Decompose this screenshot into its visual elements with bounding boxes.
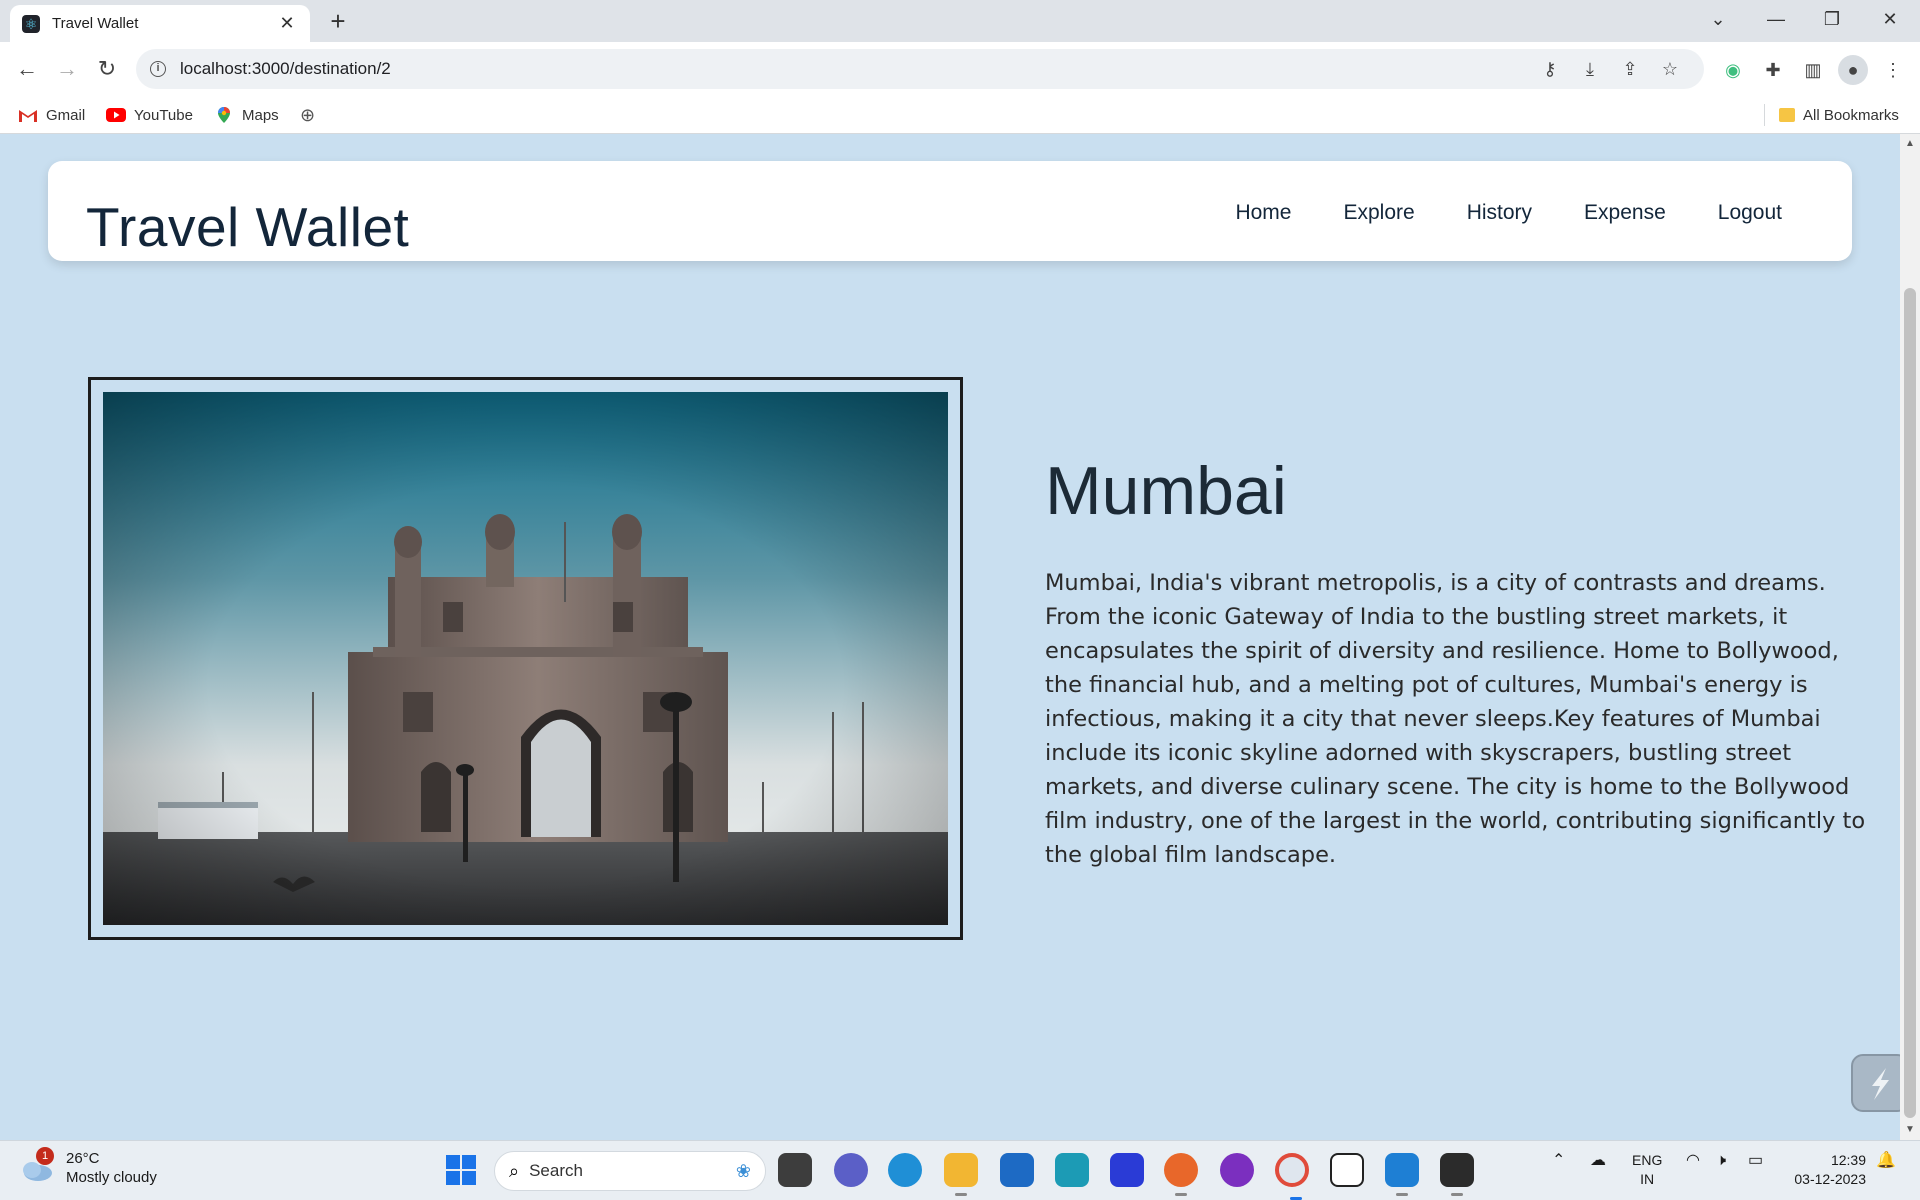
all-bookmarks-folder[interactable]: All Bookmarks xyxy=(1764,104,1899,126)
vscode-icon[interactable] xyxy=(1385,1153,1419,1196)
floating-assistant-button[interactable] xyxy=(1851,1054,1900,1112)
bookmark-star-icon[interactable]: ☆ xyxy=(1650,59,1690,80)
gmail-icon xyxy=(19,110,37,122)
browser-tab[interactable]: ⚛ Travel Wallet ✕ xyxy=(10,5,310,42)
terminal-icon[interactable] xyxy=(1440,1153,1474,1196)
search-icon: ⌕ xyxy=(509,1160,520,1181)
youtube-icon xyxy=(106,108,126,122)
destination-description: Mumbai, India's vibrant metropolis, is a… xyxy=(1045,570,1866,868)
restore-button[interactable]: ❐ xyxy=(1804,0,1860,40)
windows-taskbar: 1 26°C Mostly cloudy ⌕ Search ❀ ⌃ ☁ ENG … xyxy=(0,1140,1920,1200)
site-info-icon[interactable]: i xyxy=(150,61,166,77)
system-clock[interactable]: 12:39 03-12-2023 xyxy=(1780,1151,1866,1189)
bookmark-label: Maps xyxy=(242,106,279,124)
side-panel-icon[interactable]: ▥ xyxy=(1798,55,1828,85)
reload-icon[interactable]: ↻ xyxy=(90,52,124,86)
weather-temp: 26°C xyxy=(66,1150,100,1167)
notion-icon[interactable] xyxy=(1330,1153,1364,1187)
clock-time: 12:39 xyxy=(1830,1152,1866,1168)
key-icon[interactable]: ⚷ xyxy=(1530,59,1570,80)
close-tab-icon[interactable]: ✕ xyxy=(276,13,298,34)
language-indicator[interactable]: ENG IN xyxy=(1632,1151,1662,1189)
site-header: Travel Wallet Home Explore History Expen… xyxy=(48,161,1852,261)
scroll-down-arrow-icon[interactable]: ▼ xyxy=(1900,1124,1920,1135)
bookmarks-bar: Gmail YouTube Maps ⊕ All Bookmarks xyxy=(0,96,1920,134)
gateway-of-india-photo xyxy=(103,392,948,925)
tab-title: Travel Wallet xyxy=(52,15,139,32)
extensions-puzzle-icon[interactable]: ✚ xyxy=(1758,55,1788,85)
profile-avatar-icon[interactable]: ● xyxy=(1838,55,1868,85)
destination-photo-frame xyxy=(88,377,963,940)
cloud-weather-icon: 1 xyxy=(18,1147,54,1183)
wifi-icon[interactable]: ◠ xyxy=(1686,1151,1700,1170)
url-text[interactable]: localhost:3000/destination/2 xyxy=(180,59,1530,79)
volume-muted-icon[interactable]: 🕨 xyxy=(1716,1151,1726,1170)
scroll-up-arrow-icon[interactable]: ▲ xyxy=(1900,138,1920,149)
menu-kebab-icon[interactable]: ⋮ xyxy=(1878,55,1908,85)
vpn-mask-icon[interactable] xyxy=(1220,1153,1254,1187)
bookmark-label: YouTube xyxy=(134,106,193,124)
bookmark-label: Gmail xyxy=(46,106,86,124)
weather-badge: 1 xyxy=(36,1147,54,1165)
tab-search-chevron-icon[interactable]: ⌄ xyxy=(1690,0,1746,40)
powerautomate-icon[interactable] xyxy=(1110,1153,1144,1187)
extension-grammarly-icon[interactable]: ◉ xyxy=(1718,55,1748,85)
page-scrollbar[interactable]: ▲ ▼ xyxy=(1900,134,1920,1140)
close-window-button[interactable]: ✕ xyxy=(1862,0,1918,40)
bookmark-gmail[interactable]: Gmail xyxy=(18,104,85,126)
windows-start-icon[interactable] xyxy=(446,1155,476,1185)
bookmark-youtube[interactable]: YouTube xyxy=(106,104,193,126)
task-view-icon[interactable] xyxy=(778,1153,812,1187)
scroll-thumb[interactable] xyxy=(1904,288,1916,1118)
nav-expense[interactable]: Expense xyxy=(1584,201,1666,225)
globe-icon[interactable]: ⊕ xyxy=(300,104,315,126)
tab-strip: ⚛ Travel Wallet ✕ + ⌄ — ❐ ✕ xyxy=(0,0,1920,42)
search-highlight-icon: ❀ xyxy=(735,1160,751,1181)
brand-logo-text[interactable]: Travel Wallet xyxy=(86,195,409,259)
chrome-icon[interactable] xyxy=(1275,1153,1309,1200)
install-icon[interactable]: ⤓ xyxy=(1570,59,1610,80)
folder-icon xyxy=(1779,108,1795,122)
destination-title: Mumbai xyxy=(1045,453,1287,529)
nav-home[interactable]: Home xyxy=(1235,201,1291,225)
onedrive-sync-icon[interactable]: ☁ xyxy=(1590,1151,1606,1170)
share-icon[interactable]: ⇪ xyxy=(1610,59,1650,80)
nav-logout[interactable]: Logout xyxy=(1718,201,1782,225)
weather-desc: Mostly cloudy xyxy=(66,1169,157,1186)
tray-overflow-chevron-icon[interactable]: ⌃ xyxy=(1552,1151,1565,1170)
cortana-app-icon[interactable] xyxy=(1055,1153,1089,1187)
browser-toolbar: ← → ↻ i localhost:3000/destination/2 ⚷ ⤓… xyxy=(0,42,1920,96)
weather-widget[interactable]: 1 26°C Mostly cloudy xyxy=(18,1147,157,1187)
firefox-icon[interactable] xyxy=(1164,1153,1198,1196)
main-nav: Home Explore History Expense Logout xyxy=(1235,201,1782,225)
edge-icon[interactable] xyxy=(888,1153,922,1187)
battery-icon[interactable]: ▭ xyxy=(1748,1151,1763,1170)
lightning-icon xyxy=(1872,1068,1889,1100)
file-explorer-icon[interactable] xyxy=(944,1153,978,1196)
bookmark-maps[interactable]: Maps xyxy=(214,104,279,126)
minimize-button[interactable]: — xyxy=(1748,0,1804,40)
react-favicon-icon: ⚛ xyxy=(22,14,40,33)
new-tab-button[interactable]: + xyxy=(322,6,354,38)
nav-explore[interactable]: Explore xyxy=(1343,201,1414,225)
address-bar[interactable]: i localhost:3000/destination/2 ⚷ ⤓ ⇪ ☆ xyxy=(136,49,1704,89)
maps-pin-icon xyxy=(218,107,230,123)
search-label: Search xyxy=(529,1161,583,1180)
page-content: Travel Wallet Home Explore History Expen… xyxy=(0,134,1900,1140)
forward-arrow-icon[interactable]: → xyxy=(50,52,84,86)
back-arrow-icon[interactable]: ← xyxy=(10,52,44,86)
notification-bell-icon[interactable]: 🔔 xyxy=(1876,1151,1896,1170)
all-bookmarks-label: All Bookmarks xyxy=(1803,106,1899,124)
microsoft-store-icon[interactable] xyxy=(1000,1153,1034,1187)
taskbar-search[interactable]: ⌕ Search ❀ xyxy=(494,1151,766,1191)
clock-date: 03-12-2023 xyxy=(1794,1171,1866,1187)
nav-history[interactable]: History xyxy=(1467,201,1532,225)
teams-chat-icon[interactable] xyxy=(834,1153,868,1187)
